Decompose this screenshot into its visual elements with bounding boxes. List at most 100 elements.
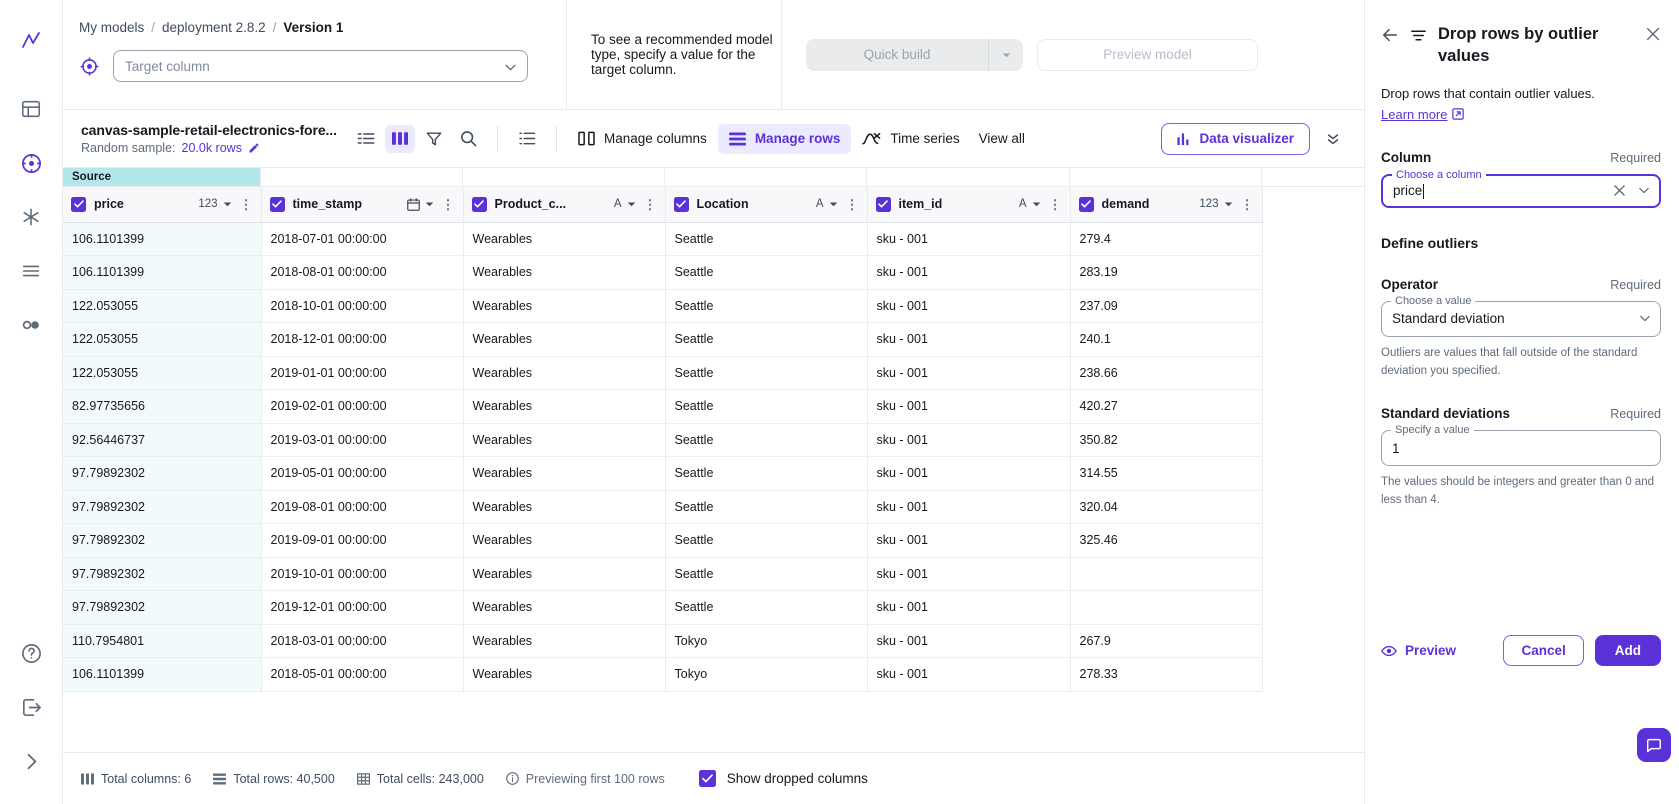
table-cell[interactable]: Wearables xyxy=(463,390,665,424)
table-cell[interactable]: sku - 001 xyxy=(867,658,1070,692)
table-cell[interactable]: Seattle xyxy=(665,222,867,256)
column-checkbox[interactable] xyxy=(876,197,891,212)
table-cell[interactable]: Wearables xyxy=(463,524,665,558)
table-row[interactable]: 92.564467372019-03-01 00:00:00WearablesS… xyxy=(63,423,1262,457)
column-header-price[interactable]: price123⋮ xyxy=(63,187,261,222)
table-row[interactable]: 110.79548012018-03-01 00:00:00WearablesT… xyxy=(63,624,1262,658)
table-row[interactable]: 97.798923022019-09-01 00:00:00WearablesS… xyxy=(63,524,1262,558)
table-cell[interactable]: Wearables xyxy=(463,356,665,390)
data-grid[interactable]: Source price123⋮time_stamp⋮Product_c...A… xyxy=(63,168,1364,752)
quick-build-button-group[interactable]: Quick build xyxy=(806,39,1023,71)
table-cell[interactable]: Wearables xyxy=(463,658,665,692)
column-type-calendar-icon[interactable] xyxy=(407,198,434,211)
column-type-indicator[interactable]: A xyxy=(1019,198,1041,210)
table-cell[interactable]: Seattle xyxy=(665,256,867,290)
table-cell[interactable]: Wearables xyxy=(463,222,665,256)
table-cell[interactable]: sku - 001 xyxy=(867,490,1070,524)
table-cell[interactable]: 237.09 xyxy=(1070,289,1262,323)
toggle-icon[interactable] xyxy=(8,302,54,348)
table-cell[interactable]: 2019-01-01 00:00:00 xyxy=(261,356,463,390)
table-cell[interactable]: Wearables xyxy=(463,289,665,323)
table-cell[interactable]: 106.1101399 xyxy=(63,658,261,692)
help-icon[interactable] xyxy=(8,630,54,676)
models-icon[interactable] xyxy=(8,140,54,186)
column-type-indicator[interactable]: 123 xyxy=(1199,198,1232,210)
table-cell[interactable]: Wearables xyxy=(463,490,665,524)
table-cell[interactable]: 325.46 xyxy=(1070,524,1262,558)
table-cell[interactable]: sku - 001 xyxy=(867,356,1070,390)
filter-icon[interactable] xyxy=(419,125,449,153)
table-cell[interactable]: 2018-07-01 00:00:00 xyxy=(261,222,463,256)
datasets-icon[interactable] xyxy=(8,86,54,132)
table-cell[interactable]: sku - 001 xyxy=(867,256,1070,290)
table-cell[interactable]: 97.79892302 xyxy=(63,591,261,625)
table-cell[interactable]: 420.27 xyxy=(1070,390,1262,424)
table-cell[interactable]: sku - 001 xyxy=(867,457,1070,491)
table-cell[interactable]: 2019-03-01 00:00:00 xyxy=(261,423,463,457)
table-cell[interactable]: 2019-09-01 00:00:00 xyxy=(261,524,463,558)
column-header-product-c-[interactable]: Product_c...A⋮ xyxy=(463,187,665,222)
table-cell[interactable]: 106.1101399 xyxy=(63,222,261,256)
edit-pencil-icon[interactable] xyxy=(248,142,260,154)
table-cell[interactable]: 279.4 xyxy=(1070,222,1262,256)
extensions-icon[interactable] xyxy=(8,194,54,240)
table-cell[interactable]: Seattle xyxy=(665,524,867,558)
add-button[interactable]: Add xyxy=(1595,635,1661,666)
column-checkbox[interactable] xyxy=(1079,197,1094,212)
show-dropped-columns-toggle[interactable]: Show dropped columns xyxy=(699,770,868,787)
table-cell[interactable]: 2018-03-01 00:00:00 xyxy=(261,624,463,658)
logo-icon[interactable] xyxy=(8,18,54,64)
chat-support-button[interactable] xyxy=(1637,728,1671,762)
quick-build-dropdown-icon[interactable] xyxy=(988,39,1023,71)
table-cell[interactable]: 278.33 xyxy=(1070,658,1262,692)
column-menu-icon[interactable]: ⋮ xyxy=(240,198,253,211)
row-view-icon[interactable] xyxy=(351,125,381,153)
table-cell[interactable]: 2019-10-01 00:00:00 xyxy=(261,557,463,591)
table-cell[interactable]: 97.79892302 xyxy=(63,524,261,558)
table-cell[interactable]: 97.79892302 xyxy=(63,457,261,491)
table-row[interactable]: 97.798923022019-08-01 00:00:00WearablesS… xyxy=(63,490,1262,524)
column-menu-icon[interactable]: ⋮ xyxy=(644,198,657,211)
table-cell[interactable]: sku - 001 xyxy=(867,390,1070,424)
table-cell[interactable]: 2019-02-01 00:00:00 xyxy=(261,390,463,424)
column-type-indicator[interactable]: A xyxy=(614,198,636,210)
column-type-indicator[interactable]: 123 xyxy=(198,198,231,210)
table-cell[interactable]: 314.55 xyxy=(1070,457,1262,491)
table-cell[interactable]: sku - 001 xyxy=(867,591,1070,625)
table-cell[interactable]: Wearables xyxy=(463,423,665,457)
table-cell[interactable]: 92.56446737 xyxy=(63,423,261,457)
table-cell[interactable]: 267.9 xyxy=(1070,624,1262,658)
table-cell[interactable]: Wearables xyxy=(463,323,665,357)
data-visualizer-button[interactable]: Data visualizer xyxy=(1161,123,1310,155)
show-dropped-checkbox[interactable] xyxy=(699,770,716,787)
table-cell[interactable]: Wearables xyxy=(463,557,665,591)
table-cell[interactable]: 82.97735656 xyxy=(63,390,261,424)
table-cell[interactable]: 2018-08-01 00:00:00 xyxy=(261,256,463,290)
column-type-indicator[interactable]: A xyxy=(816,198,838,210)
column-select[interactable]: Choose a column price xyxy=(1381,174,1661,208)
column-checkbox[interactable] xyxy=(71,197,86,212)
column-header-demand[interactable]: demand123⋮ xyxy=(1070,187,1262,222)
collapse-double-chevron-icon[interactable] xyxy=(1318,124,1348,154)
table-cell[interactable]: Tokyo xyxy=(665,624,867,658)
list-icon[interactable] xyxy=(8,248,54,294)
table-cell[interactable]: 238.66 xyxy=(1070,356,1262,390)
table-cell[interactable] xyxy=(1070,591,1262,625)
preview-model-button[interactable]: Preview model xyxy=(1037,39,1258,71)
table-row[interactable]: 97.798923022019-12-01 00:00:00WearablesS… xyxy=(63,591,1262,625)
table-cell[interactable]: 283.19 xyxy=(1070,256,1262,290)
breadcrumb-my-models[interactable]: My models xyxy=(79,20,144,35)
back-arrow-icon[interactable] xyxy=(1381,26,1399,44)
table-cell[interactable]: Seattle xyxy=(665,289,867,323)
table-cell[interactable]: 110.7954801 xyxy=(63,624,261,658)
column-checkbox[interactable] xyxy=(674,197,689,212)
clear-icon[interactable] xyxy=(1613,184,1626,197)
table-cell[interactable]: Wearables xyxy=(463,256,665,290)
table-cell[interactable]: sku - 001 xyxy=(867,624,1070,658)
table-cell[interactable]: Seattle xyxy=(665,490,867,524)
table-cell[interactable]: 2018-12-01 00:00:00 xyxy=(261,323,463,357)
table-row[interactable]: 106.11013992018-07-01 00:00:00WearablesS… xyxy=(63,222,1262,256)
column-header-location[interactable]: LocationA⋮ xyxy=(665,187,867,222)
column-menu-icon[interactable]: ⋮ xyxy=(1241,198,1254,211)
table-cell[interactable]: 97.79892302 xyxy=(63,490,261,524)
